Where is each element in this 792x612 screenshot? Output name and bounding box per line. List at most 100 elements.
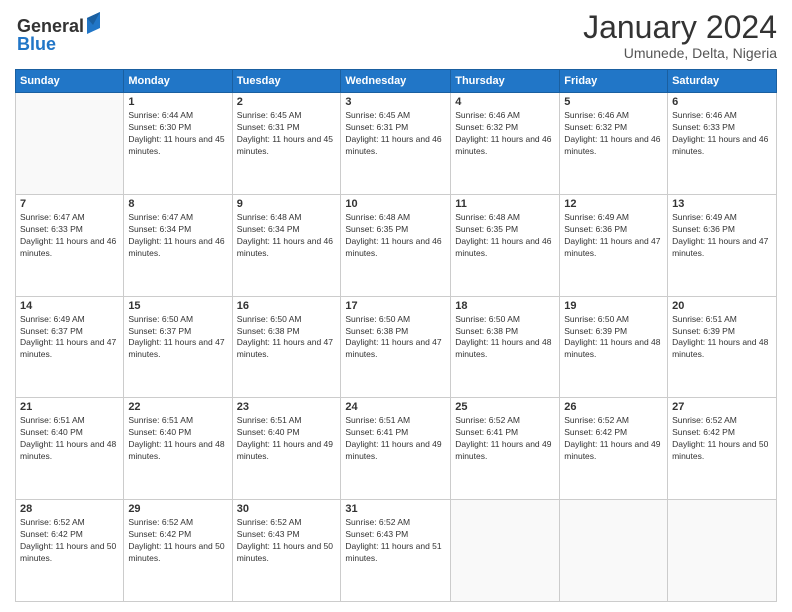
cell-day-number: 25 xyxy=(455,401,555,413)
calendar-table: Sunday Monday Tuesday Wednesday Thursday… xyxy=(15,69,777,602)
table-row: 31 Sunrise: 6:52 AMSunset: 6:43 PMDayligh… xyxy=(341,500,451,602)
cell-info: Sunrise: 6:51 AMSunset: 6:40 PMDaylight:… xyxy=(20,415,119,463)
table-row xyxy=(560,500,668,602)
cell-day-number: 11 xyxy=(455,198,555,210)
cell-info: Sunrise: 6:48 AMSunset: 6:35 PMDaylight:… xyxy=(455,212,555,260)
header-thursday: Thursday xyxy=(451,70,560,93)
cell-day-number: 13 xyxy=(672,198,772,210)
table-row: 30 Sunrise: 6:52 AMSunset: 6:43 PMDayligh… xyxy=(232,500,341,602)
cell-day-number: 7 xyxy=(20,198,119,210)
table-row: 14 Sunrise: 6:49 AMSunset: 6:37 PMDayligh… xyxy=(16,296,124,398)
cell-info: Sunrise: 6:49 AMSunset: 6:36 PMDaylight:… xyxy=(564,212,663,260)
calendar-header-row: Sunday Monday Tuesday Wednesday Thursday… xyxy=(16,70,777,93)
cell-info: Sunrise: 6:52 AMSunset: 6:43 PMDaylight:… xyxy=(237,517,337,565)
cell-info: Sunrise: 6:46 AMSunset: 6:32 PMDaylight:… xyxy=(455,110,555,158)
cell-day-number: 29 xyxy=(128,503,227,515)
table-row: 19Sunrise: 6:50 AMSunset: 6:39 PMDayligh… xyxy=(560,296,668,398)
table-row: 3Sunrise: 6:45 AMSunset: 6:31 PMDaylight… xyxy=(341,93,451,195)
table-row: 27 Sunrise: 6:52 AMSunset: 6:42 PMDayligh… xyxy=(668,398,777,500)
header: General Blue January 2024 Umunede, Delta… xyxy=(15,10,777,61)
cell-info: Sunrise: 6:52 AMSunset: 6:42 PMDaylight:… xyxy=(20,517,119,565)
header-wednesday: Wednesday xyxy=(341,70,451,93)
cell-info: Sunrise: 6:50 AMSunset: 6:37 PMDaylight:… xyxy=(128,314,227,362)
cell-day-number: 6 xyxy=(672,96,772,108)
cell-info: Sunrise: 6:47 AMSunset: 6:33 PMDaylight:… xyxy=(20,212,119,260)
cell-day-number: 18 xyxy=(455,300,555,312)
cell-info: Sunrise: 6:51 AMSunset: 6:40 PMDaylight:… xyxy=(237,415,337,463)
cell-info: Sunrise: 6:50 AMSunset: 6:38 PMDaylight:… xyxy=(455,314,555,362)
cell-day-number: 31 xyxy=(345,503,446,515)
table-row: 7 Sunrise: 6:47 AMSunset: 6:33 PMDaylight… xyxy=(16,194,124,296)
cell-day-number: 20 xyxy=(672,300,772,312)
cell-day-number: 27 xyxy=(672,401,772,413)
table-row: 26 Sunrise: 6:52 AMSunset: 6:42 PMDayligh… xyxy=(560,398,668,500)
table-row: 4 Sunrise: 6:46 AMSunset: 6:32 PMDaylight… xyxy=(451,93,560,195)
header-sunday: Sunday xyxy=(16,70,124,93)
cell-day-number: 8 xyxy=(128,198,227,210)
calendar-week-row: 7 Sunrise: 6:47 AMSunset: 6:33 PMDaylight… xyxy=(16,194,777,296)
cell-info: Sunrise: 6:45 AMSunset: 6:31 PMDaylight:… xyxy=(237,110,337,158)
header-tuesday: Tuesday xyxy=(232,70,341,93)
cell-info: Sunrise: 6:48 AMSunset: 6:35 PMDaylight:… xyxy=(345,212,446,260)
table-row: 10 Sunrise: 6:48 AMSunset: 6:35 PMDayligh… xyxy=(341,194,451,296)
cell-info: Sunrise: 6:52 AMSunset: 6:41 PMDaylight:… xyxy=(455,415,555,463)
table-row: 5 Sunrise: 6:46 AMSunset: 6:32 PMDaylight… xyxy=(560,93,668,195)
cell-day-number: 9 xyxy=(237,198,337,210)
table-row: 8Sunrise: 6:47 AMSunset: 6:34 PMDaylight… xyxy=(124,194,232,296)
cell-info: Sunrise: 6:52 AMSunset: 6:43 PMDaylight:… xyxy=(345,517,446,565)
cell-day-number: 21 xyxy=(20,401,119,413)
cell-day-number: 5 xyxy=(564,96,663,108)
table-row: 9 Sunrise: 6:48 AMSunset: 6:34 PMDaylight… xyxy=(232,194,341,296)
table-row: 29 Sunrise: 6:52 AMSunset: 6:42 PMDayligh… xyxy=(124,500,232,602)
calendar-week-row: 21 Sunrise: 6:51 AMSunset: 6:40 PMDayligh… xyxy=(16,398,777,500)
cell-info: Sunrise: 6:48 AMSunset: 6:34 PMDaylight:… xyxy=(237,212,337,260)
table-row: 22 Sunrise: 6:51 AMSunset: 6:40 PMDayligh… xyxy=(124,398,232,500)
table-row xyxy=(451,500,560,602)
cell-info: Sunrise: 6:46 AMSunset: 6:32 PMDaylight:… xyxy=(564,110,663,158)
calendar-subtitle: Umunede, Delta, Nigeria xyxy=(583,45,777,61)
logo-icon: General Blue xyxy=(15,10,105,55)
svg-text:General: General xyxy=(17,16,84,36)
cell-day-number: 14 xyxy=(20,300,119,312)
cell-day-number: 15 xyxy=(128,300,227,312)
table-row: 25 Sunrise: 6:52 AMSunset: 6:41 PMDayligh… xyxy=(451,398,560,500)
cell-day-number: 17 xyxy=(345,300,446,312)
table-row: 17Sunrise: 6:50 AMSunset: 6:38 PMDayligh… xyxy=(341,296,451,398)
table-row: 15 Sunrise: 6:50 AMSunset: 6:37 PMDayligh… xyxy=(124,296,232,398)
cell-day-number: 4 xyxy=(455,96,555,108)
title-section: January 2024 Umunede, Delta, Nigeria xyxy=(583,10,777,61)
cell-info: Sunrise: 6:52 AMSunset: 6:42 PMDaylight:… xyxy=(564,415,663,463)
cell-day-number: 23 xyxy=(237,401,337,413)
page: General Blue January 2024 Umunede, Delta… xyxy=(0,0,792,612)
cell-info: Sunrise: 6:52 AMSunset: 6:42 PMDaylight:… xyxy=(128,517,227,565)
calendar-week-row: 1Sunrise: 6:44 AMSunset: 6:30 PMDaylight… xyxy=(16,93,777,195)
cell-info: Sunrise: 6:52 AMSunset: 6:42 PMDaylight:… xyxy=(672,415,772,463)
cell-info: Sunrise: 6:51 AMSunset: 6:40 PMDaylight:… xyxy=(128,415,227,463)
logo: General Blue xyxy=(15,10,105,60)
cell-day-number: 30 xyxy=(237,503,337,515)
calendar-week-row: 14 Sunrise: 6:49 AMSunset: 6:37 PMDayligh… xyxy=(16,296,777,398)
table-row: 13Sunrise: 6:49 AMSunset: 6:36 PMDayligh… xyxy=(668,194,777,296)
cell-info: Sunrise: 6:49 AMSunset: 6:37 PMDaylight:… xyxy=(20,314,119,362)
cell-day-number: 24 xyxy=(345,401,446,413)
table-row: 1Sunrise: 6:44 AMSunset: 6:30 PMDaylight… xyxy=(124,93,232,195)
table-row: 12Sunrise: 6:49 AMSunset: 6:36 PMDayligh… xyxy=(560,194,668,296)
cell-info: Sunrise: 6:51 AMSunset: 6:41 PMDaylight:… xyxy=(345,415,446,463)
svg-text:Blue: Blue xyxy=(17,34,56,54)
cell-info: Sunrise: 6:50 AMSunset: 6:39 PMDaylight:… xyxy=(564,314,663,362)
cell-day-number: 22 xyxy=(128,401,227,413)
header-friday: Friday xyxy=(560,70,668,93)
table-row: 2 Sunrise: 6:45 AMSunset: 6:31 PMDaylight… xyxy=(232,93,341,195)
table-row: 23 Sunrise: 6:51 AMSunset: 6:40 PMDayligh… xyxy=(232,398,341,500)
calendar-week-row: 28Sunrise: 6:52 AMSunset: 6:42 PMDayligh… xyxy=(16,500,777,602)
cell-day-number: 2 xyxy=(237,96,337,108)
table-row: 20Sunrise: 6:51 AMSunset: 6:39 PMDayligh… xyxy=(668,296,777,398)
cell-info: Sunrise: 6:45 AMSunset: 6:31 PMDaylight:… xyxy=(345,110,446,158)
table-row xyxy=(668,500,777,602)
cell-day-number: 10 xyxy=(345,198,446,210)
table-row: 6Sunrise: 6:46 AMSunset: 6:33 PMDaylight… xyxy=(668,93,777,195)
table-row: 16Sunrise: 6:50 AMSunset: 6:38 PMDayligh… xyxy=(232,296,341,398)
table-row: 21 Sunrise: 6:51 AMSunset: 6:40 PMDayligh… xyxy=(16,398,124,500)
cell-day-number: 26 xyxy=(564,401,663,413)
cell-info: Sunrise: 6:50 AMSunset: 6:38 PMDaylight:… xyxy=(237,314,337,362)
